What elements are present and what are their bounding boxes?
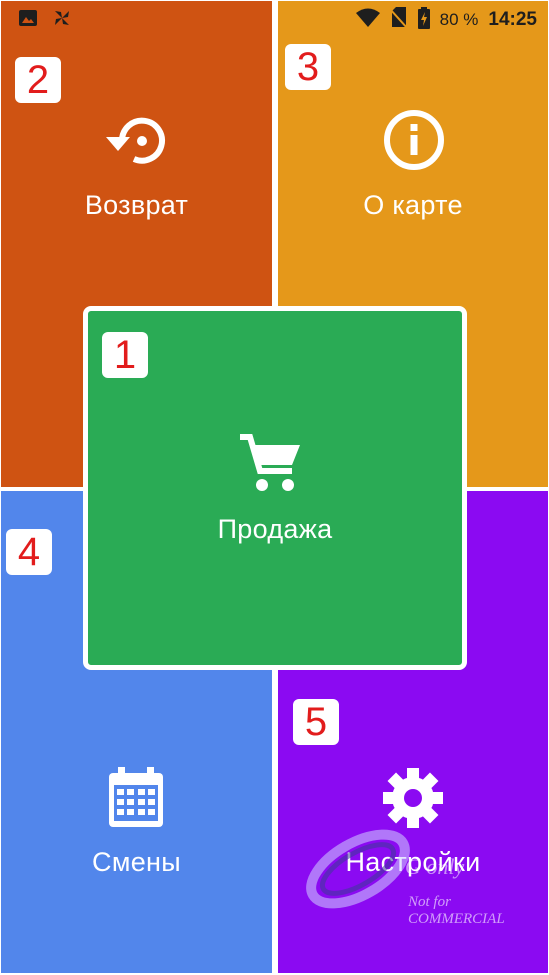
tile-number-badge: 1 — [102, 332, 148, 378]
clock: 14:25 — [488, 9, 537, 30]
tile-label-settings: Настройки — [345, 847, 481, 877]
calendar-icon — [107, 767, 165, 834]
restore-icon — [104, 111, 168, 176]
cart-icon — [238, 431, 304, 502]
no-sim-icon — [388, 6, 409, 34]
tile-sale[interactable]: 1 Продажа — [83, 306, 467, 670]
wifi-icon — [355, 8, 380, 33]
tile-number-badge: 5 — [293, 699, 339, 745]
pinwheel-icon — [52, 8, 72, 33]
tile-number-badge: 3 — [285, 44, 331, 90]
status-left — [18, 8, 72, 33]
info-icon — [383, 109, 445, 176]
gear-icon — [382, 767, 444, 834]
tile-label-shifts: Смены — [92, 847, 181, 877]
status-right: 80 % 14:25 — [355, 6, 537, 34]
tile-label-card-info: О карте — [363, 190, 463, 220]
tile-label-sale: Продажа — [217, 514, 333, 544]
image-icon — [18, 9, 38, 32]
tile-label-returns: Возврат — [84, 190, 189, 220]
tile-number-badge: 4 — [6, 529, 52, 575]
status-bar: 80 % 14:25 — [0, 0, 549, 40]
battery-charging-icon — [417, 6, 430, 34]
battery-percent: 80 % — [439, 10, 479, 29]
tile-number-badge: 2 — [15, 57, 61, 103]
